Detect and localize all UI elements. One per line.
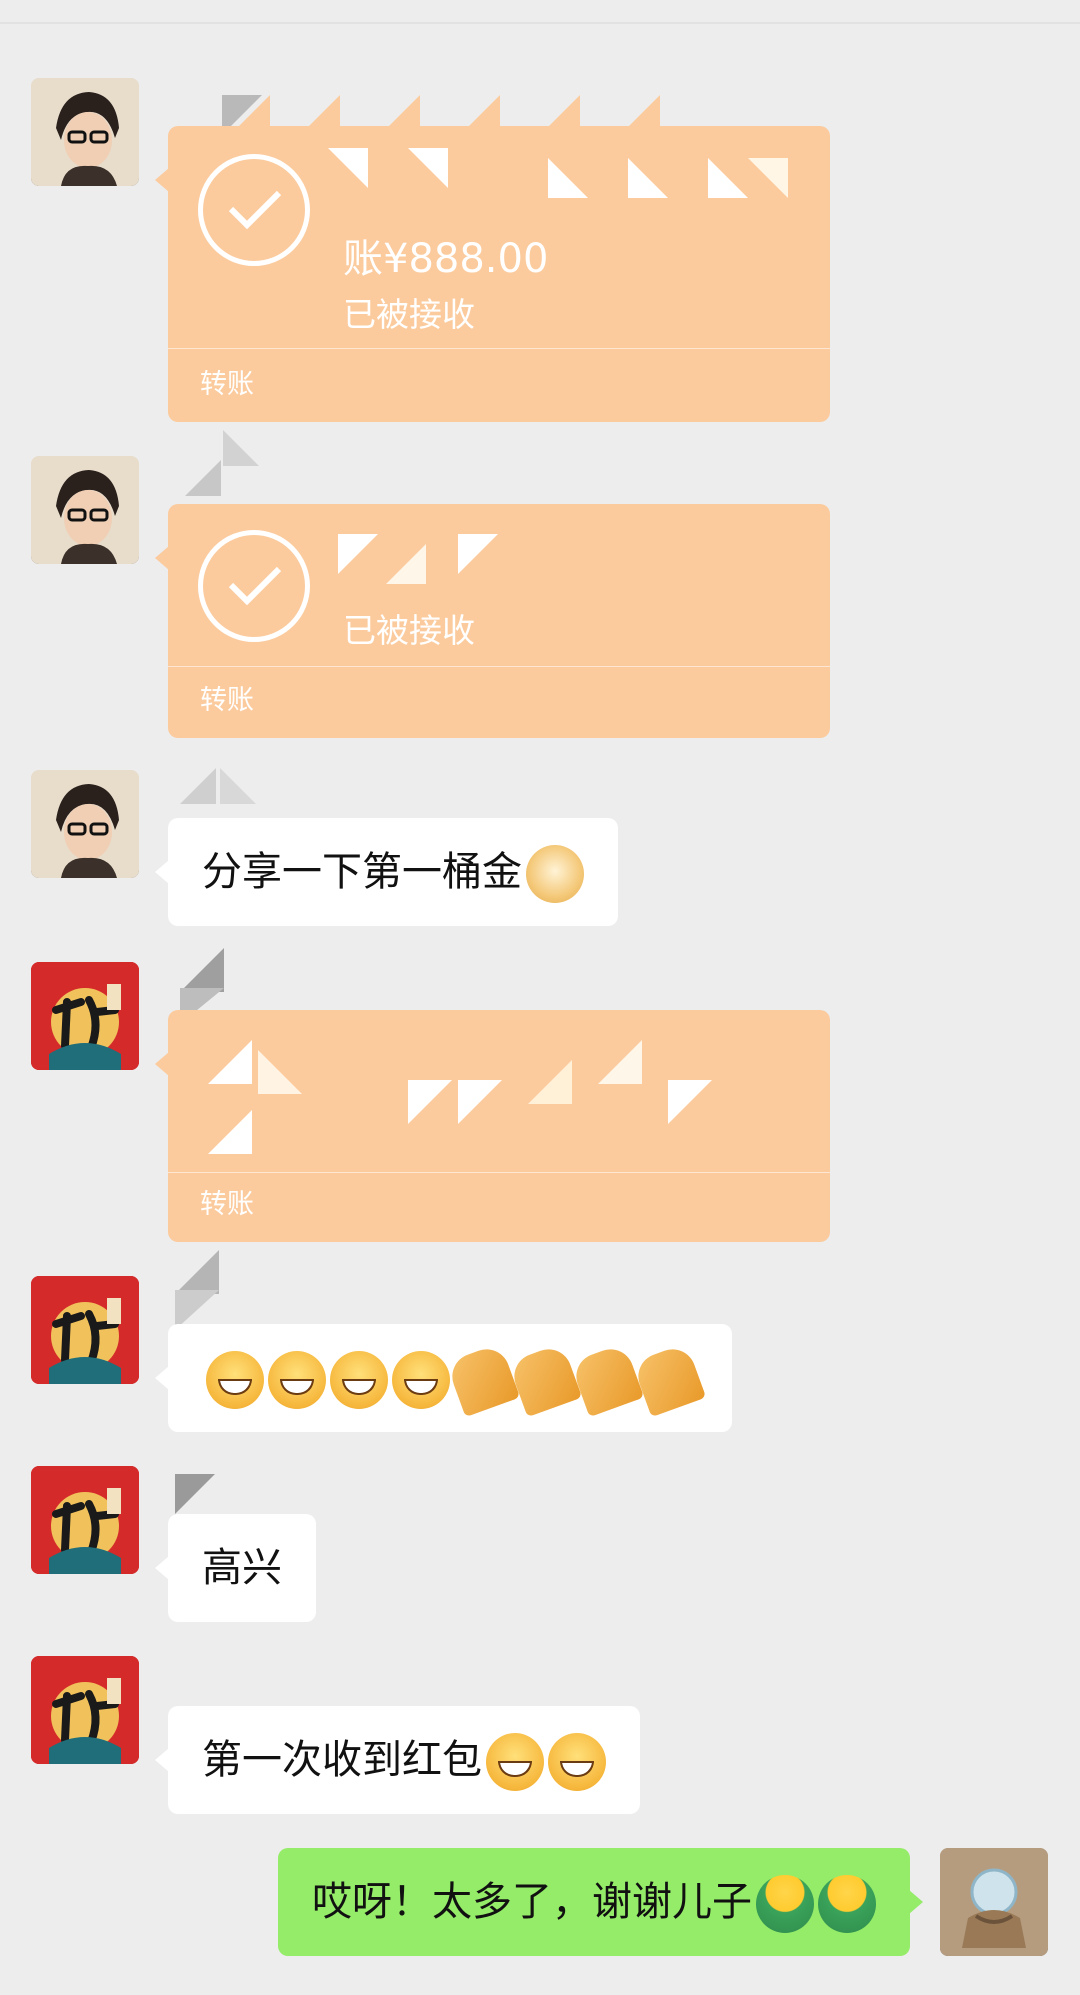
grin-emoji-icon	[486, 1733, 544, 1791]
message-text: 第一次收到红包	[202, 1737, 482, 1783]
transfer-kind-label: 转账	[200, 369, 254, 400]
transfer-divider	[168, 348, 830, 349]
fu-avatar-icon	[31, 962, 139, 1070]
message-text: 哎呀！太多了，谢谢儿子	[312, 1879, 752, 1925]
doge-emoji-icon	[526, 845, 584, 903]
message-text: 高兴	[202, 1545, 282, 1591]
fu-avatar-icon	[31, 1656, 139, 1764]
transfer-kind-label: 转账	[200, 1189, 254, 1220]
sender-name-blur	[180, 760, 300, 810]
sender-name-blur	[175, 1250, 295, 1330]
grin-emoji-icon	[392, 1351, 450, 1409]
grin-emoji-icon	[548, 1733, 606, 1791]
message-text: 分享一下第一桶金	[202, 849, 522, 895]
transfer-kind-label: 转账	[200, 685, 254, 716]
folded-hands-emoji-icon	[507, 1342, 583, 1418]
transfer-title-blur	[338, 534, 538, 594]
sender-avatar[interactable]	[31, 770, 139, 878]
sender-avatar[interactable]	[31, 962, 139, 1070]
grin-emoji-icon	[206, 1351, 264, 1409]
sent-message-bubble[interactable]: 哎呀！太多了，谢谢儿子	[278, 1848, 923, 1956]
check-circle-icon	[198, 154, 310, 266]
sender-avatar[interactable]	[31, 1466, 139, 1574]
transfer-content-blur	[178, 1020, 778, 1170]
person-glasses-avatar-icon	[31, 456, 139, 564]
transfer-status: 已被接收	[343, 295, 475, 334]
message-bubble[interactable]: 高兴	[155, 1514, 316, 1622]
sender-avatar[interactable]	[31, 1276, 139, 1384]
transfer-title-blur	[318, 138, 818, 218]
sender-avatar[interactable]	[31, 456, 139, 564]
folded-hands-emoji-icon	[569, 1342, 645, 1418]
person-glasses-avatar-icon	[31, 78, 139, 186]
transfer-divider	[168, 666, 830, 667]
transfer-status: 已被接收	[343, 611, 475, 650]
green-person-emoji-icon	[756, 1875, 814, 1933]
transfer-amount: 账¥888.00	[343, 236, 549, 282]
person-glasses-avatar-icon	[31, 770, 139, 878]
transfer-divider	[168, 1172, 830, 1173]
message-bubble[interactable]	[155, 1324, 732, 1432]
sender-avatar[interactable]	[31, 78, 139, 186]
folded-hands-emoji-icon	[631, 1342, 707, 1418]
sender-avatar[interactable]	[31, 1656, 139, 1764]
green-person-emoji-icon	[818, 1875, 876, 1933]
fu-avatar-icon	[31, 1466, 139, 1574]
sender-name-blur	[175, 420, 295, 500]
crystal-ball-avatar-icon	[940, 1848, 1048, 1956]
check-circle-icon	[198, 530, 310, 642]
my-avatar[interactable]	[940, 1848, 1048, 1956]
top-divider	[0, 22, 1080, 24]
message-bubble[interactable]: 分享一下第一桶金	[155, 818, 618, 926]
sender-name-blur	[175, 1470, 255, 1520]
transfer-card[interactable]: 账¥888.00 已被接收 转账	[155, 126, 830, 422]
transfer-card[interactable]: 已被接收 转账	[155, 504, 830, 738]
folded-hands-emoji-icon	[445, 1342, 521, 1418]
message-bubble[interactable]: 第一次收到红包	[155, 1706, 640, 1814]
grin-emoji-icon	[268, 1351, 326, 1409]
grin-emoji-icon	[330, 1351, 388, 1409]
fu-avatar-icon	[31, 1276, 139, 1384]
transfer-card[interactable]: 转账	[155, 1010, 830, 1242]
